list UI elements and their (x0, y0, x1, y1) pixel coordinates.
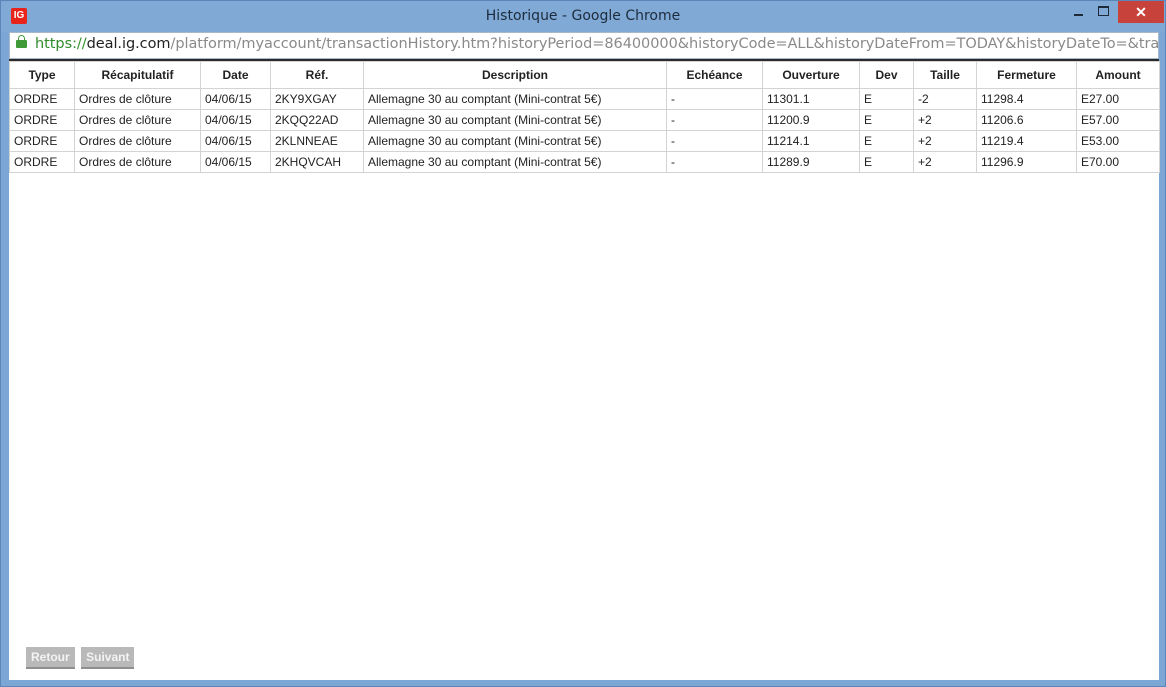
cell-amount: E70.00 (1076, 151, 1160, 173)
close-button[interactable]: ✕ (1118, 1, 1164, 23)
column-header-recapitulatif: Récapitulatif (74, 61, 201, 89)
cell-taille: +2 (913, 130, 977, 152)
close-icon: ✕ (1135, 4, 1147, 20)
window-title: Historique - Google Chrome (485, 8, 681, 24)
cell-date: 04/06/15 (200, 88, 271, 110)
cell-ref: 2KHQVCAH (270, 151, 364, 173)
url-host: deal.ig.com (86, 36, 171, 52)
transaction-history-table: Type Récapitulatif Date Réf. Description Eché… (9, 61, 1160, 173)
column-header-amount: Amount (1076, 61, 1160, 89)
cell-date: 04/06/15 (200, 109, 271, 131)
cell-type: ORDRE (9, 109, 75, 131)
cell-recapitulatif: Ordres de clôture (74, 88, 201, 110)
cell-date: 04/06/15 (200, 130, 271, 152)
cell-echeance: - (666, 109, 763, 131)
column-header-taille: Taille (913, 61, 977, 89)
cell-dev: E (859, 130, 914, 152)
cell-ouverture: 11214.1 (762, 130, 860, 152)
cell-dev: E (859, 109, 914, 131)
table-row: ORDRE Ordres de clôture 04/06/15 2KLNNEAE Al… (9, 130, 1160, 152)
cell-ouverture: 11301.1 (762, 88, 860, 110)
column-header-type: Type (9, 61, 75, 89)
cell-type: ORDRE (9, 130, 75, 152)
minimize-icon (1073, 13, 1083, 16)
column-header-ouverture: Ouverture (762, 61, 860, 89)
column-header-fermeture: Fermeture (976, 61, 1077, 89)
cell-fermeture: 11296.9 (976, 151, 1077, 173)
cell-amount: E53.00 (1076, 130, 1160, 152)
page-content: Type Récapitulatif Date Réf. Description Eché… (9, 59, 1160, 680)
url-scheme: https:// (35, 36, 87, 52)
cell-fermeture: 11206.6 (976, 109, 1077, 131)
cell-fermeture: 11298.4 (976, 88, 1077, 110)
cell-description: Allemagne 30 au comptant (Mini-contrat 5… (363, 130, 667, 152)
cell-recapitulatif: Ordres de clôture (74, 151, 201, 173)
cell-recapitulatif: Ordres de clôture (74, 130, 201, 152)
next-button[interactable]: Suivant (81, 647, 135, 669)
cell-date: 04/06/15 (200, 151, 271, 173)
cell-dev: E (859, 88, 914, 110)
url-text[interactable]: https://deal.ig.com/platform/myaccount/t… (35, 36, 1159, 52)
pager: Retour Suivant (26, 647, 136, 669)
cell-taille: -2 (913, 88, 977, 110)
lock-icon (16, 35, 27, 48)
cell-recapitulatif: Ordres de clôture (74, 109, 201, 131)
column-header-date: Date (200, 61, 271, 89)
cell-echeance: - (666, 88, 763, 110)
title-bar: IG Historique - Google Chrome ✕ (1, 1, 1165, 32)
table-row: ORDRE Ordres de clôture 04/06/15 2KHQVCAH Al… (9, 151, 1160, 173)
table-body: ORDRE Ordres de clôture 04/06/15 2KY9XGAY Al… (9, 88, 1160, 173)
cell-description: Allemagne 30 au comptant (Mini-contrat 5… (363, 88, 667, 110)
back-button[interactable]: Retour (26, 647, 75, 669)
cell-amount: E27.00 (1076, 88, 1160, 110)
cell-ref: 2KQQ22AD (270, 109, 364, 131)
cell-dev: E (859, 151, 914, 173)
cell-type: ORDRE (9, 88, 75, 110)
cell-fermeture: 11219.4 (976, 130, 1077, 152)
cell-taille: +2 (913, 109, 977, 131)
cell-description: Allemagne 30 au comptant (Mini-contrat 5… (363, 151, 667, 173)
url-path: /platform/myaccount/transactionHistory.h… (170, 36, 1159, 52)
column-header-ref: Réf. (270, 61, 364, 89)
cell-echeance: - (666, 130, 763, 152)
cell-ouverture: 11200.9 (762, 109, 860, 131)
column-header-dev: Dev (859, 61, 914, 89)
table-row: ORDRE Ordres de clôture 04/06/15 2KY9XGAY Al… (9, 88, 1160, 110)
cell-ouverture: 11289.9 (762, 151, 860, 173)
cell-echeance: - (666, 151, 763, 173)
maximize-icon (1097, 6, 1109, 17)
minimize-button[interactable] (1065, 1, 1091, 23)
cell-type: ORDRE (9, 151, 75, 173)
address-bar[interactable]: https://deal.ig.com/platform/myaccount/t… (9, 32, 1159, 59)
cell-description: Allemagne 30 au comptant (Mini-contrat 5… (363, 109, 667, 131)
cell-amount: E57.00 (1076, 109, 1160, 131)
column-header-echeance: Echéance (666, 61, 763, 89)
cell-ref: 2KLNNEAE (270, 130, 364, 152)
cell-taille: +2 (913, 151, 977, 173)
cell-ref: 2KY9XGAY (270, 88, 364, 110)
maximize-button[interactable] (1090, 1, 1116, 23)
table-header-row: Type Récapitulatif Date Réf. Description Eché… (9, 61, 1160, 89)
column-header-description: Description (363, 61, 667, 89)
table-row: ORDRE Ordres de clôture 04/06/15 2KQQ22AD Al… (9, 109, 1160, 131)
browser-window: IG Historique - Google Chrome ✕ https://… (0, 0, 1166, 687)
